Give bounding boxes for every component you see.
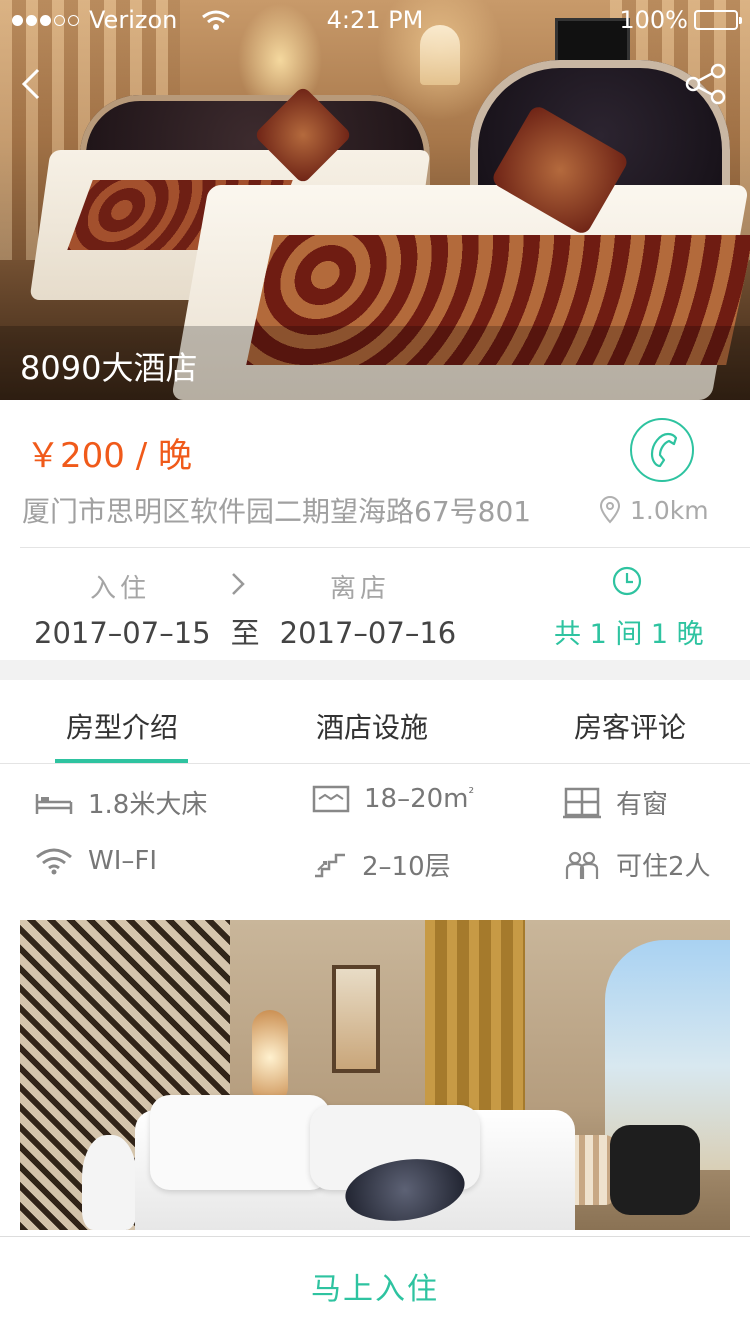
tab-hotel-facilities[interactable]: 酒店设施	[316, 706, 428, 746]
facility-bed: 1.8米大床	[34, 784, 207, 821]
bed-icon	[35, 793, 73, 814]
divider	[20, 547, 750, 548]
phone-icon	[650, 432, 678, 468]
area-icon	[312, 785, 350, 813]
room-photo	[20, 920, 730, 1230]
facility-label: 18–20m	[364, 784, 469, 814]
stay-summary: 共 1 间 1 晚	[554, 619, 704, 650]
tab-room-intro[interactable]: 房型介绍	[66, 706, 178, 746]
facility-label: 1.8米大床	[88, 790, 208, 820]
checkout-label: 离店	[330, 574, 391, 604]
window-icon	[563, 787, 601, 818]
address-link[interactable]: 厦门市思明区软件园二期望海路67号801	[22, 490, 542, 530]
clock-icon	[612, 566, 642, 596]
book-now-label: 马上入住	[311, 1271, 439, 1307]
detail-tabs: 房型介绍 酒店设施 房客评论	[0, 680, 750, 764]
facility-label: 2–10层	[362, 852, 451, 882]
facility-window: 有窗	[562, 784, 668, 821]
facility-label-suffix: ²	[468, 785, 475, 802]
checkout-date: 2017–07–16	[279, 616, 457, 650]
facility-label: 可住2人	[616, 852, 711, 882]
chevron-left-icon	[21, 68, 40, 100]
checkin-date: 2017–07–15	[34, 616, 211, 650]
hotel-address: 厦门市思明区软件园二期望海路67号801	[22, 495, 532, 528]
hotel-name: 8090大酒店	[20, 349, 198, 387]
price-per-night: ￥200 / 晚	[26, 436, 192, 476]
facility-area: 18–20m²	[312, 784, 474, 814]
distance-value: 1.0km	[630, 495, 709, 525]
distance-info: 1.0km	[598, 490, 709, 530]
battery-group: 100%	[619, 6, 742, 34]
location-pin-icon	[599, 496, 621, 524]
battery-icon	[694, 10, 742, 30]
back-button[interactable]	[14, 62, 50, 106]
stairs-icon	[315, 853, 345, 877]
date-range-selector[interactable]: 2017–07–15 至 2017–07–16	[34, 610, 456, 652]
vase	[82, 1135, 137, 1230]
facility-wifi: WI–FI	[34, 846, 157, 876]
share-icon	[685, 63, 726, 105]
guests-icon	[565, 851, 599, 879]
active-tab-indicator	[55, 759, 188, 763]
share-button[interactable]	[684, 62, 728, 106]
status-bar: Verizon 4:21 PM 100%	[0, 0, 750, 40]
tab-guest-reviews[interactable]: 房客评论	[574, 706, 686, 746]
checkin-label: 入住	[90, 574, 151, 604]
date-separator: 至	[230, 616, 260, 650]
facility-label-wrap: 18–20m²	[364, 784, 474, 814]
wall-picture	[332, 965, 380, 1073]
battery-percent: 100%	[619, 6, 688, 34]
pillow	[150, 1095, 330, 1190]
chevron-right-icon	[232, 573, 245, 595]
facility-label: WI–FI	[88, 846, 157, 876]
wifi-icon	[36, 848, 72, 875]
facility-label: 有窗	[616, 790, 669, 820]
facility-guests: 可住2人	[562, 846, 711, 883]
facility-floor: 2–10层	[312, 846, 451, 883]
section-spacer	[0, 660, 750, 680]
chair	[610, 1125, 700, 1215]
call-button[interactable]	[630, 418, 694, 482]
wall-lantern	[252, 1010, 288, 1105]
hotel-hero-image: 8090大酒店	[0, 0, 750, 400]
book-now-button[interactable]: 马上入住	[0, 1236, 750, 1334]
